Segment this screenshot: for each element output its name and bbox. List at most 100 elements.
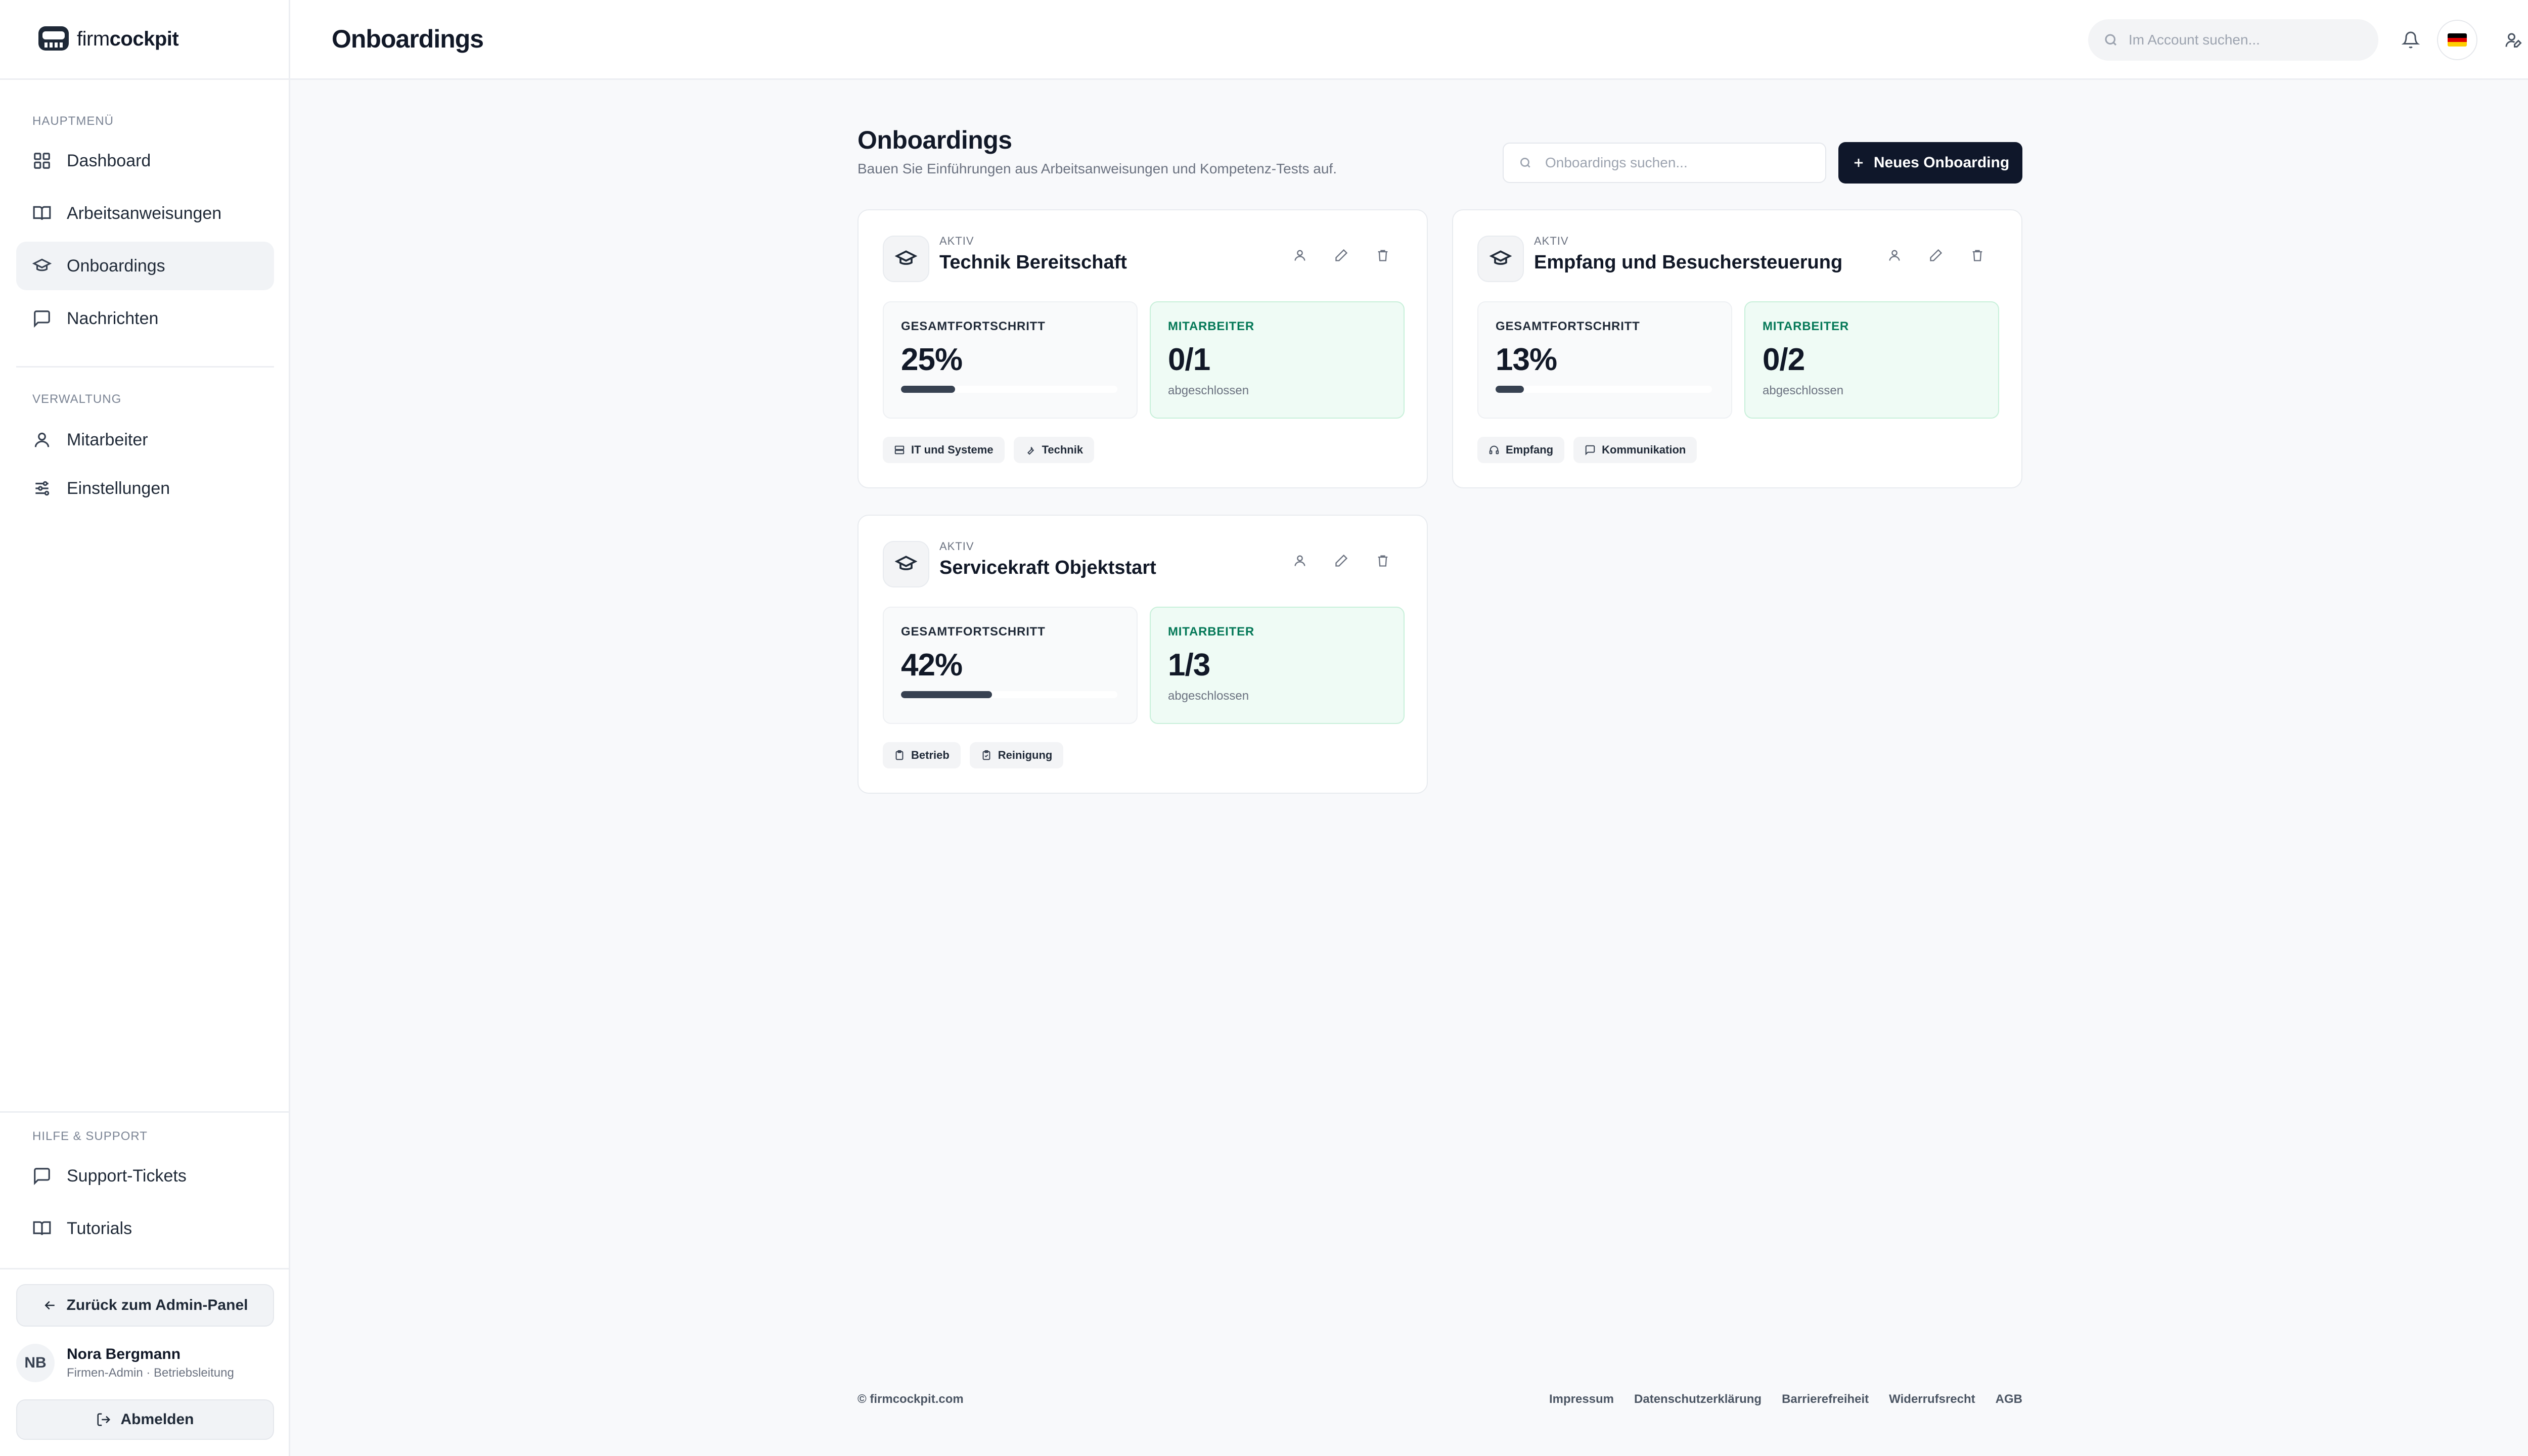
footer-link-widerrufsrecht[interactable]: Widerrufsrecht	[1889, 1392, 1975, 1406]
assign-button[interactable]	[1880, 241, 1909, 270]
tag-label: IT und Systeme	[911, 443, 994, 456]
new-onboarding-button[interactable]: Neues Onboarding	[1838, 142, 2022, 184]
footer-link-datenschutz[interactable]: Datenschutzerklärung	[1634, 1392, 1762, 1406]
tag[interactable]: Technik	[1013, 437, 1095, 463]
trash-icon	[1972, 250, 1982, 261]
progress-value: 25%	[901, 342, 963, 377]
bell-icon	[2402, 31, 2420, 49]
delete-button[interactable]	[1963, 241, 1992, 270]
progress-label: GESAMTFORTSCHRITT	[1496, 320, 1640, 333]
notifications-button[interactable]	[2390, 20, 2431, 60]
tag-list: Betrieb Reinigung	[883, 742, 1072, 768]
progress-bar	[901, 386, 1117, 393]
onboarding-search[interactable]	[1503, 143, 1826, 183]
wrench-icon	[1027, 446, 1034, 455]
account-search-input[interactable]	[2129, 32, 2361, 48]
footer-copyright: © firmcockpit.com	[857, 1392, 964, 1406]
progress-label: GESAMTFORTSCHRITT	[901, 320, 1046, 333]
language-button[interactable]	[2437, 20, 2477, 60]
sidebar-item-label: Tutorials	[67, 1218, 132, 1238]
user-settings-button[interactable]	[2494, 20, 2528, 60]
sidebar-item-onboardings[interactable]: Onboardings	[16, 242, 274, 290]
sidebar-item-arbeitsanweisungen[interactable]: Arbeitsanweisungen	[16, 189, 274, 238]
graduation-cap-icon	[895, 250, 917, 265]
workers-label: MITARBEITER	[1763, 320, 1849, 333]
workers-sub: abgeschlossen	[1763, 384, 1844, 397]
graduation-cap-icon	[895, 556, 917, 570]
onboarding-card[interactable]: AKTIV Technik Bereitschaft GESAMTFORTSCH…	[857, 209, 1428, 488]
content-subtitle: Bauen Sie Einführungen aus Arbeitsanweis…	[857, 161, 1337, 176]
tag-label: Technik	[1042, 443, 1084, 456]
sidebar-item-label: Support-Tickets	[67, 1166, 187, 1186]
progress-panel: GESAMTFORTSCHRITT 42%	[883, 607, 1138, 724]
logo[interactable]: firmcockpit	[0, 0, 289, 80]
pencil-icon	[1930, 249, 1943, 261]
message-icon	[34, 310, 50, 328]
workers-label: MITARBEITER	[1168, 320, 1255, 333]
footer-links: Impressum Datenschutzerklärung Barrieref…	[1529, 1392, 2022, 1406]
logout-button[interactable]: Abmelden	[16, 1399, 274, 1440]
delete-button[interactable]	[1368, 241, 1397, 270]
assign-button[interactable]	[1285, 546, 1315, 575]
sidebar-item-nachrichten[interactable]: Nachrichten	[16, 294, 274, 343]
arrow-left-icon	[44, 1301, 55, 1310]
sidebar-item-einstellungen[interactable]: Einstellungen	[16, 464, 274, 513]
workers-panel: MITARBEITER 1/3 abgeschlossen	[1150, 607, 1405, 724]
message-icon	[34, 1168, 50, 1186]
footer-link-agb[interactable]: AGB	[1996, 1392, 2022, 1406]
sidebar-item-tutorials[interactable]: Tutorials	[16, 1204, 274, 1253]
edit-button[interactable]	[1327, 546, 1356, 575]
sidebar-item-support-tickets[interactable]: Support-Tickets	[16, 1152, 274, 1200]
tag[interactable]: Betrieb	[883, 742, 961, 768]
workers-value: 0/2	[1763, 342, 1805, 377]
trash-icon	[1378, 555, 1388, 567]
tag[interactable]: Kommunikation	[1573, 437, 1697, 463]
tag[interactable]: Reinigung	[969, 742, 1064, 768]
workers-value: 1/3	[1168, 648, 1210, 682]
footer-link-impressum[interactable]: Impressum	[1549, 1392, 1614, 1406]
sliders-icon	[35, 481, 50, 496]
status-badge: AKTIV	[939, 540, 974, 553]
back-to-admin-button[interactable]: Zurück zum Admin-Panel	[16, 1284, 274, 1327]
onboarding-card[interactable]: AKTIV Empfang und Besuchersteuerung GESA…	[1452, 209, 2022, 488]
edit-button[interactable]	[1327, 241, 1356, 270]
card-icon	[883, 541, 929, 587]
sidebar-divider	[0, 1268, 289, 1269]
avatar: NB	[16, 1344, 55, 1382]
section-label-help: HILFE & SUPPORT	[32, 1129, 148, 1143]
progress-bar	[1496, 386, 1712, 393]
card-actions	[1868, 241, 1992, 270]
sidebar: firmcockpit HAUPTMENÜ Dashboard Arbeitsa…	[0, 0, 290, 1456]
pencil-icon	[1335, 249, 1348, 261]
logout-icon	[97, 1413, 111, 1426]
onboarding-search-input[interactable]	[1545, 155, 1818, 171]
edit-button[interactable]	[1921, 241, 1951, 270]
headset-icon	[1489, 445, 1499, 454]
sidebar-item-mitarbeiter[interactable]: Mitarbeiter	[16, 416, 274, 464]
sidebar-item-label: Nachrichten	[67, 308, 159, 328]
status-badge: AKTIV	[1534, 235, 1569, 247]
tag-label: Betrieb	[911, 749, 950, 761]
tag-label: Kommunikation	[1602, 443, 1686, 456]
section-label-main: HAUPTMENÜ	[32, 114, 114, 128]
sidebar-item-label: Dashboard	[67, 151, 151, 170]
tag[interactable]: Empfang	[1477, 437, 1565, 463]
notifications-button[interactable]	[2110, 20, 2151, 60]
tag-label: Empfang	[1506, 443, 1554, 456]
delete-button[interactable]	[1368, 546, 1397, 575]
sidebar-item-dashboard[interactable]: Dashboard	[16, 136, 274, 185]
assign-button[interactable]	[1285, 241, 1315, 270]
progress-panel: GESAMTFORTSCHRITT 25%	[883, 301, 1138, 419]
user-role: Firmen-Admin · Betriebsleitung	[67, 1366, 234, 1380]
user-icon	[34, 432, 50, 447]
onboarding-card[interactable]: AKTIV Servicekraft Objektstart GESAMTFOR…	[857, 515, 1428, 794]
logout-button-label: Abmelden	[120, 1411, 194, 1428]
sidebar-item-label: Einstellungen	[67, 478, 170, 498]
footer-link-barrierefreiheit[interactable]: Barrierefreiheit	[1782, 1392, 1869, 1406]
user-profile[interactable]: NB Nora Bergmann Firmen-Admin · Betriebs…	[16, 1343, 274, 1383]
progress-bar-fill	[1496, 386, 1524, 393]
workers-panel: MITARBEITER 0/2 abgeschlossen	[1744, 301, 1999, 419]
graduation-cap-icon	[32, 258, 52, 271]
tag[interactable]: IT und Systeme	[883, 437, 1005, 463]
workers-sub: abgeschlossen	[1168, 384, 1249, 397]
